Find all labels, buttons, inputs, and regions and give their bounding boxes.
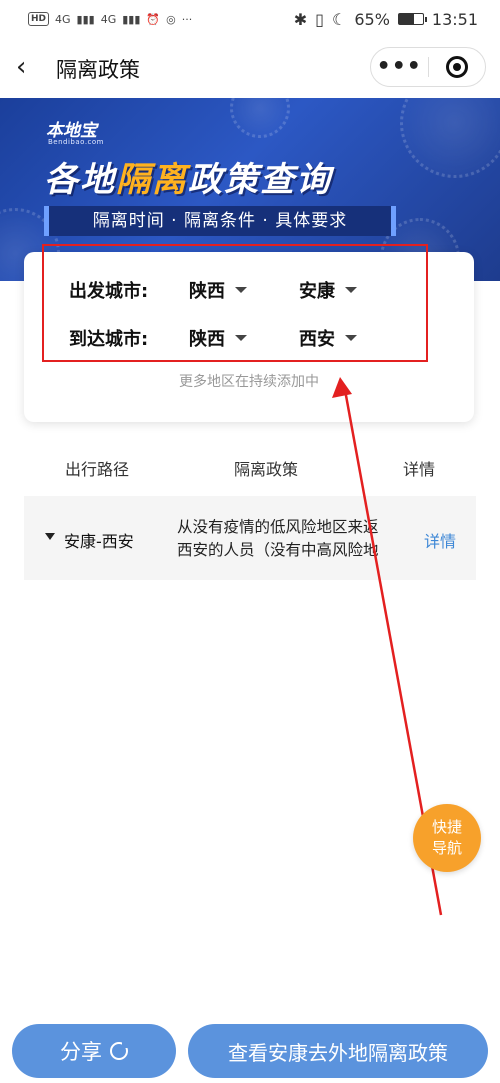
route-cell: 安康-西安 [64, 532, 134, 551]
signal-icon: ▮▮▮ [76, 12, 95, 26]
signal-4g-1: 4G [55, 12, 71, 26]
table-row[interactable]: 安康-西安 从没有疫情的低风险地区来返西安的人员（没有中高风险地区旅居史） 详情 [24, 496, 476, 580]
more-regions-hint: 更多地区在持续添加中 [179, 374, 319, 390]
banner-strip: 隔离时间 · 隔离条件 · 具体要求 [44, 206, 396, 236]
quick-nav-line2: 导航 [431, 839, 462, 857]
nav-bar: ‹ 隔离政策 ••• [0, 38, 500, 98]
page-title: 隔离政策 [56, 58, 140, 82]
header-route: 出行路径 [65, 460, 130, 479]
expand-triangle-icon[interactable] [45, 533, 55, 540]
mini-program-capsule: ••• [370, 47, 486, 87]
view-outbound-policy-label: 查看安康去外地隔离政策 [228, 1040, 448, 1065]
share-icon [110, 1041, 129, 1060]
vibrate-icon: ▯ [315, 9, 324, 29]
battery-percent: 65% [354, 9, 390, 29]
close-button[interactable] [428, 56, 485, 78]
annotation-highlight-box [42, 244, 428, 362]
alarm-icon: ⏰ [146, 12, 161, 26]
app-page: HD 4G ▮▮▮ 4G ▮▮▮ ⏰ ◎ ··· ✱ ▯ ☾ 65% 13:51… [0, 0, 500, 1083]
header-detail: 详情 [403, 460, 436, 479]
chevron-left-icon[interactable]: ‹ [16, 54, 38, 80]
policy-cell: 从没有疫情的低风险地区来返西安的人员（没有中高风险地区旅居史） [177, 518, 379, 559]
status-right: ✱ ▯ ☾ 65% 13:51 [294, 10, 478, 29]
view-outbound-policy-button[interactable]: 查看安康去外地隔离政策 [188, 1024, 488, 1078]
moon-icon: ☾ [331, 9, 347, 29]
header-policy: 隔离政策 [234, 460, 299, 479]
banner-title-highlight: 隔离 [116, 160, 188, 200]
signal-icon: ▮▮▮ [122, 12, 141, 26]
sync-icon: ◎ [166, 12, 176, 26]
overflow-icon: ··· [181, 12, 193, 26]
battery-icon [397, 13, 427, 25]
quick-nav-line1: 快捷 [431, 818, 462, 836]
virus-decoration [400, 98, 500, 178]
banner-title-part: 各地 [44, 160, 116, 200]
hd-badge: HD [28, 12, 50, 26]
quick-nav-button[interactable]: 快捷 导航 [413, 804, 481, 872]
signal-4g-2: 4G [100, 12, 117, 26]
clock: 13:51 [431, 9, 478, 29]
table-header: 出行路径 隔离政策 详情 [24, 448, 476, 484]
logo-subtitle: Bendibao.com [48, 138, 105, 146]
bluetooth-icon: ✱ [293, 9, 308, 29]
status-left: HD 4G ▮▮▮ 4G ▮▮▮ ⏰ ◎ ··· [28, 12, 192, 26]
virus-decoration [230, 98, 290, 138]
battery-fill [398, 14, 415, 24]
banner-title-part: 政策查询 [188, 160, 332, 200]
target-close-icon [445, 56, 468, 78]
more-dots-icon[interactable]: ••• [371, 48, 428, 86]
banner-title: 各地隔离政策查询 [44, 152, 332, 201]
share-label: 分享 [60, 1040, 102, 1064]
status-bar: HD 4G ▮▮▮ 4G ▮▮▮ ⏰ ◎ ··· ✱ ▯ ☾ 65% 13:51 [0, 0, 500, 38]
detail-link[interactable]: 详情 [424, 528, 456, 552]
share-button[interactable]: 分享 [12, 1024, 176, 1078]
